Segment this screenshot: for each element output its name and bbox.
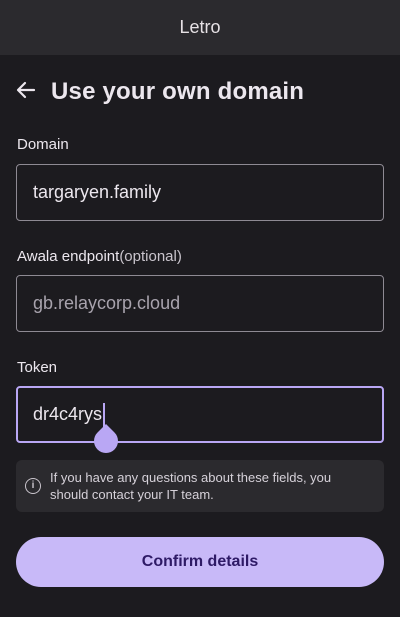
info-icon: i: [25, 477, 41, 494]
text-cursor: [103, 402, 106, 427]
confirm-details-button[interactable]: Confirm details: [16, 537, 384, 587]
back-button[interactable]: [10, 76, 42, 108]
awala-endpoint-label: Awala endpoint(optional): [17, 248, 182, 265]
arrow-left-icon: [14, 78, 38, 107]
domain-value: targaryen.family: [33, 182, 162, 202]
app-title: Letro: [179, 17, 221, 37]
awala-endpoint-field[interactable]: gb.relaycorp.cloud: [16, 275, 384, 332]
domain-field[interactable]: targaryen.family: [16, 164, 384, 221]
info-text: If you have any questions about these fi…: [50, 470, 332, 502]
awala-endpoint-label-text: Awala endpoint: [17, 248, 120, 265]
page-title: Use your own domain: [51, 78, 305, 105]
screen-header: Use your own domain: [0, 72, 400, 112]
info-box: i If you have any questions about these …: [16, 460, 384, 512]
token-label: Token: [17, 359, 58, 376]
awala-endpoint-placeholder: gb.relaycorp.cloud: [33, 293, 181, 313]
token-value: dr4c4rys: [33, 404, 103, 424]
optional-hint: (optional): [119, 248, 182, 265]
app-bar: Letro: [0, 0, 400, 55]
token-field[interactable]: dr4c4rys: [16, 386, 384, 443]
domain-label: Domain: [17, 136, 69, 153]
